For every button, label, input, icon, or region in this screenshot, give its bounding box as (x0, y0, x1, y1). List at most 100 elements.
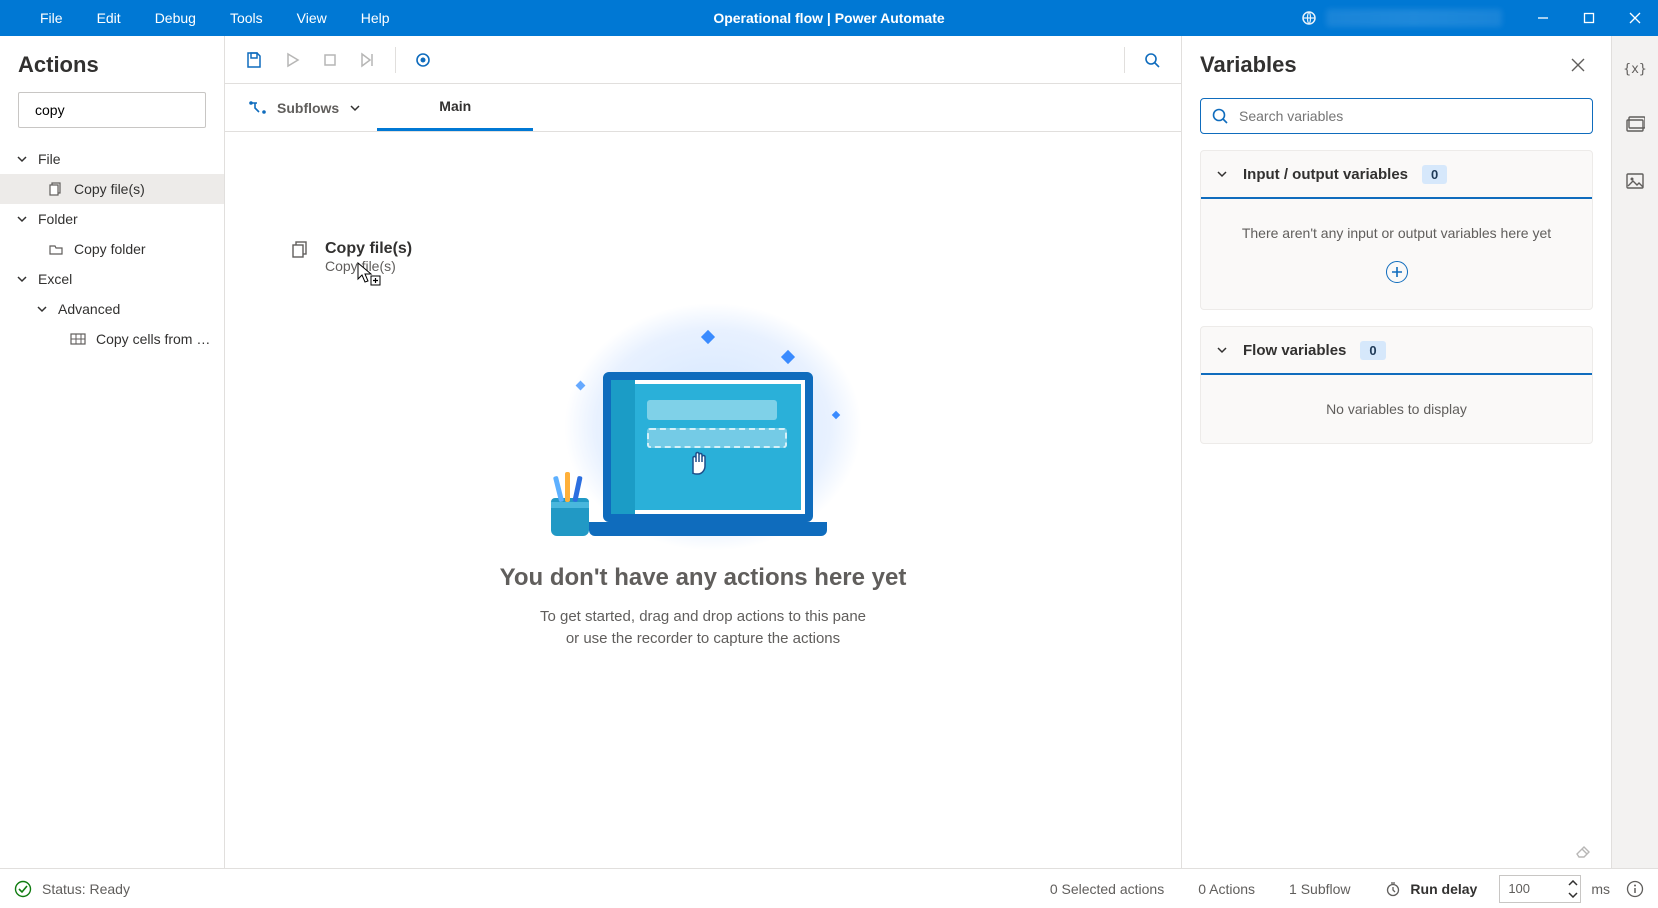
clear-variables-icon[interactable] (1573, 840, 1593, 860)
variables-panel-title: Variables (1200, 52, 1297, 78)
editor-area: Subflows Main Copy file(s) Copy file(s) (225, 36, 1182, 868)
actions-tree: File Copy file(s) Folder Copy folder Exc… (0, 140, 224, 354)
tree-group-label: Advanced (58, 301, 120, 317)
chevron-down-icon (16, 153, 28, 165)
tab-main[interactable]: Main (377, 84, 533, 131)
actions-panel-title: Actions (0, 36, 224, 92)
run-button[interactable] (275, 43, 309, 77)
chevron-down-icon (1215, 167, 1229, 181)
images-strip-button[interactable] (1620, 166, 1650, 196)
empty-state-heading: You don't have any actions here yet (500, 564, 907, 592)
environment-chip[interactable] (1300, 9, 1502, 27)
tree-group-excel[interactable]: Excel (0, 264, 224, 294)
status-selected-actions: 0 Selected actions (1038, 881, 1176, 897)
right-tool-strip: {x} (1612, 36, 1658, 868)
empty-state-illustration (533, 302, 873, 546)
cursor-drag-copy-icon (357, 262, 381, 286)
tree-group-label: File (38, 151, 61, 167)
drag-preview-subtitle: Copy file(s) (325, 258, 412, 274)
status-ok-icon (14, 880, 32, 898)
recorder-button[interactable] (406, 43, 440, 77)
editor-search-button[interactable] (1135, 43, 1169, 77)
section-flow-variables: Flow variables 0 No variables to display (1200, 326, 1593, 444)
variables-search-input[interactable] (1239, 108, 1582, 124)
section-io-variables-header[interactable]: Input / output variables 0 (1201, 151, 1592, 199)
chevron-down-icon (1215, 343, 1229, 357)
tree-group-file[interactable]: File (0, 144, 224, 174)
save-button[interactable] (237, 43, 271, 77)
add-io-variable-button[interactable] (1386, 261, 1408, 283)
menu-edit[interactable]: Edit (97, 10, 121, 26)
tree-group-label: Excel (38, 271, 72, 287)
flow-tabs: Subflows Main (225, 84, 1181, 132)
run-next-button[interactable] (351, 43, 385, 77)
plus-icon (1391, 266, 1403, 278)
clock-icon (1385, 881, 1401, 897)
actions-search-input[interactable] (35, 102, 216, 118)
run-delay-label: Run delay (1410, 881, 1477, 897)
status-bar: Status: Ready 0 Selected actions 0 Actio… (0, 868, 1658, 908)
editor-toolbar (225, 36, 1181, 84)
section-flow-variables-header[interactable]: Flow variables 0 (1201, 327, 1592, 375)
environment-name-blurred (1326, 9, 1502, 27)
chevron-down-icon (349, 102, 361, 114)
run-delay-down[interactable] (1568, 889, 1578, 900)
close-variables-panel-button[interactable] (1563, 50, 1593, 80)
variables-search[interactable] (1200, 98, 1593, 134)
drag-preview: Copy file(s) Copy file(s) (291, 240, 412, 274)
menu-view[interactable]: View (297, 10, 327, 26)
flow-canvas[interactable]: Copy file(s) Copy file(s) (225, 132, 1181, 868)
chevron-down-icon (36, 303, 48, 315)
menu-help[interactable]: Help (361, 10, 390, 26)
variables-strip-button[interactable]: {x} (1620, 54, 1650, 84)
flow-empty-message: No variables to display (1326, 401, 1467, 417)
action-item-copy-files[interactable]: Copy file(s) (0, 174, 224, 204)
run-delay-up[interactable] (1568, 878, 1578, 889)
empty-state-line1: To get started, drag and drop actions to… (540, 608, 866, 625)
tree-group-advanced[interactable]: Advanced (0, 294, 224, 324)
run-delay-value: 100 (1508, 881, 1530, 896)
menu-debug[interactable]: Debug (155, 10, 196, 26)
io-count-badge: 0 (1422, 165, 1447, 184)
status-subflows: 1 Subflow (1277, 881, 1362, 897)
info-icon[interactable] (1626, 880, 1644, 898)
empty-state-line2: or use the recorder to capture the actio… (566, 630, 840, 647)
io-empty-message: There aren't any input or output variabl… (1242, 225, 1551, 241)
chevron-down-icon (16, 273, 28, 285)
menu-tools[interactable]: Tools (230, 10, 263, 26)
environment-icon (1300, 9, 1318, 27)
action-item-label: Copy folder (74, 241, 146, 257)
action-item-copy-folder[interactable]: Copy folder (0, 234, 224, 264)
menu-bar: File Edit Debug Tools View Help (0, 10, 390, 26)
copy-files-icon (48, 181, 64, 197)
minimize-button[interactable] (1520, 0, 1566, 36)
variables-panel: Variables Input / output variables 0 The… (1182, 36, 1612, 868)
chevron-down-icon (16, 213, 28, 225)
status-run-delay: Run delay (1373, 881, 1490, 897)
run-delay-unit: ms (1591, 881, 1610, 897)
stop-button[interactable] (313, 43, 347, 77)
subflows-dropdown[interactable]: Subflows (233, 84, 377, 131)
status-actions-count: 0 Actions (1186, 881, 1267, 897)
status-text: Status: Ready (42, 881, 130, 897)
section-label: Flow variables (1243, 342, 1346, 359)
tree-group-folder[interactable]: Folder (0, 204, 224, 234)
run-delay-input[interactable]: 100 (1499, 875, 1581, 903)
ui-elements-strip-button[interactable] (1620, 110, 1650, 140)
actions-search[interactable] (18, 92, 206, 128)
excel-icon (70, 331, 86, 347)
flow-count-badge: 0 (1360, 341, 1385, 360)
maximize-button[interactable] (1566, 0, 1612, 36)
action-item-copy-cells[interactable]: Copy cells from E... (0, 324, 224, 354)
title-bar: File Edit Debug Tools View Help Operatio… (0, 0, 1658, 36)
section-label: Input / output variables (1243, 166, 1408, 183)
action-item-label: Copy file(s) (74, 181, 145, 197)
action-item-label: Copy cells from E... (96, 331, 216, 347)
toolbar-separator (1124, 47, 1125, 73)
close-window-button[interactable] (1612, 0, 1658, 36)
menu-file[interactable]: File (40, 10, 63, 26)
subflows-label: Subflows (277, 100, 339, 116)
actions-panel: Actions File Copy file(s) Folder Copy fo… (0, 36, 225, 868)
search-icon (1211, 107, 1229, 125)
copy-folder-icon (48, 241, 64, 257)
